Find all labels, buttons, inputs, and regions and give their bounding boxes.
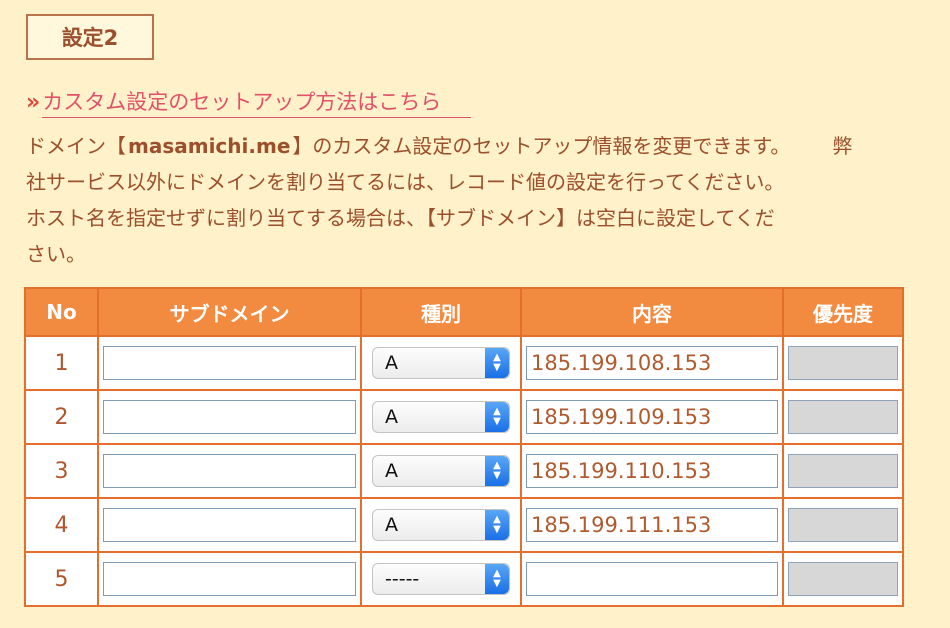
- type-select-value: A: [385, 406, 398, 428]
- header-no: No: [24, 287, 99, 337]
- row-number: 5: [24, 551, 99, 607]
- content-input[interactable]: 185.199.109.153: [526, 400, 778, 434]
- description-text: ドメイン【 masamichi.me 】のカスタム設定のセットアップ情報を変更できま…: [26, 128, 906, 272]
- type-select[interactable]: A ▲ ▼: [372, 455, 510, 487]
- select-stepper-icon: ▲ ▼: [485, 456, 509, 486]
- type-select-value: A: [385, 514, 398, 536]
- desc-line1-tail: 弊: [832, 134, 853, 158]
- priority-input[interactable]: [788, 454, 898, 488]
- row-number: 3: [24, 443, 99, 499]
- content-input[interactable]: 185.199.108.153: [526, 346, 778, 380]
- desc-line2: 社サービス以外にドメインを割り当てるには、レコード値の設定を行ってください。: [26, 170, 785, 194]
- content-input[interactable]: 185.199.110.153: [526, 454, 778, 488]
- header-priority: 優先度: [782, 287, 904, 337]
- table-row: 3 A ▲ ▼ 185.199.110.153: [24, 443, 904, 499]
- desc-line4: さい。: [26, 242, 86, 266]
- table-header-row: No サブドメイン 種別 内容 優先度: [24, 287, 904, 337]
- type-select[interactable]: A ▲ ▼: [372, 347, 510, 379]
- subdomain-input[interactable]: [103, 400, 356, 434]
- content-input[interactable]: 185.199.111.153: [526, 508, 778, 542]
- header-type: 種別: [360, 287, 522, 337]
- type-select-value: -----: [385, 568, 420, 590]
- header-subdomain: サブドメイン: [97, 287, 362, 337]
- select-stepper-icon: ▲ ▼: [485, 564, 509, 594]
- type-select-value: A: [385, 460, 398, 482]
- setup-help-link[interactable]: » カスタム設定のセットアップ方法はこちら: [26, 86, 472, 118]
- type-select[interactable]: A ▲ ▼: [372, 401, 510, 433]
- subdomain-input[interactable]: [103, 454, 356, 488]
- header-content: 内容: [520, 287, 784, 337]
- type-select[interactable]: ----- ▲ ▼: [372, 563, 510, 595]
- row-number: 2: [24, 389, 99, 445]
- row-number: 1: [24, 335, 99, 391]
- subdomain-input[interactable]: [103, 346, 356, 380]
- desc-line1-prefix: ドメイン【: [26, 134, 126, 158]
- table-row: 5 ----- ▲ ▼: [24, 551, 904, 607]
- subdomain-input[interactable]: [103, 562, 356, 596]
- priority-input[interactable]: [788, 400, 898, 434]
- priority-input[interactable]: [788, 346, 898, 380]
- row-number: 4: [24, 497, 99, 553]
- content-input[interactable]: [526, 562, 778, 596]
- type-select-value: A: [385, 352, 398, 374]
- setup-help-link-text[interactable]: カスタム設定のセットアップ方法はこちら: [42, 86, 472, 118]
- priority-input[interactable]: [788, 508, 898, 542]
- desc-line1-suffix: 】のカスタム設定のセットアップ情報を変更できます。: [292, 134, 791, 158]
- subdomain-input[interactable]: [103, 508, 356, 542]
- desc-line3: ホスト名を指定せずに割り当てする場合は、【サブドメイン】は空白に設定してくだ: [26, 206, 775, 230]
- dns-records-table: No サブドメイン 種別 内容 優先度 1 A ▲ ▼ 185.199.108.15…: [24, 287, 904, 607]
- select-stepper-icon: ▲ ▼: [485, 402, 509, 432]
- table-row: 4 A ▲ ▼ 185.199.111.153: [24, 497, 904, 553]
- priority-input[interactable]: [788, 562, 898, 596]
- table-row: 2 A ▲ ▼ 185.199.109.153: [24, 389, 904, 445]
- double-chevron-icon: »: [26, 89, 40, 115]
- section-title-badge: 設定2: [26, 14, 154, 60]
- domain-name: masamichi.me: [128, 134, 291, 158]
- type-select[interactable]: A ▲ ▼: [372, 509, 510, 541]
- select-stepper-icon: ▲ ▼: [485, 510, 509, 540]
- table-row: 1 A ▲ ▼ 185.199.108.153: [24, 335, 904, 391]
- select-stepper-icon: ▲ ▼: [485, 348, 509, 378]
